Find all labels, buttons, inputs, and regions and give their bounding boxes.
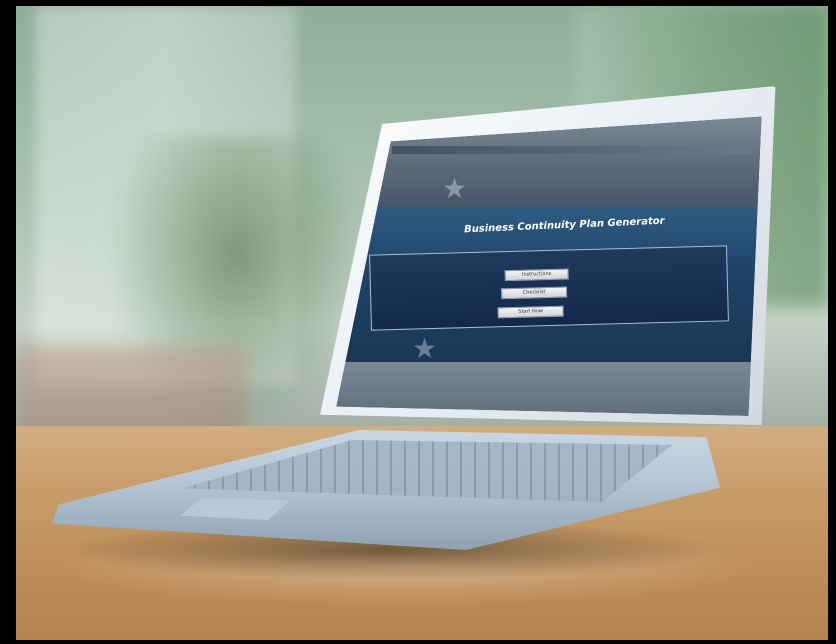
menu-panel: Instructions Checklist Start Now	[369, 245, 729, 331]
checklist-button[interactable]: Checklist	[500, 286, 568, 300]
instructions-button[interactable]: Instructions	[504, 268, 569, 282]
star-icon: ★	[442, 172, 468, 205]
start-now-button[interactable]: Start Now	[497, 305, 564, 319]
image-frame: ★ ★ ★ Business Continuity Plan Generator…	[0, 0, 836, 644]
laptop-screen: ★ ★ ★ Business Continuity Plan Generator…	[336, 116, 762, 416]
star-icon: ★	[412, 332, 438, 365]
window-titlebar	[392, 146, 752, 154]
